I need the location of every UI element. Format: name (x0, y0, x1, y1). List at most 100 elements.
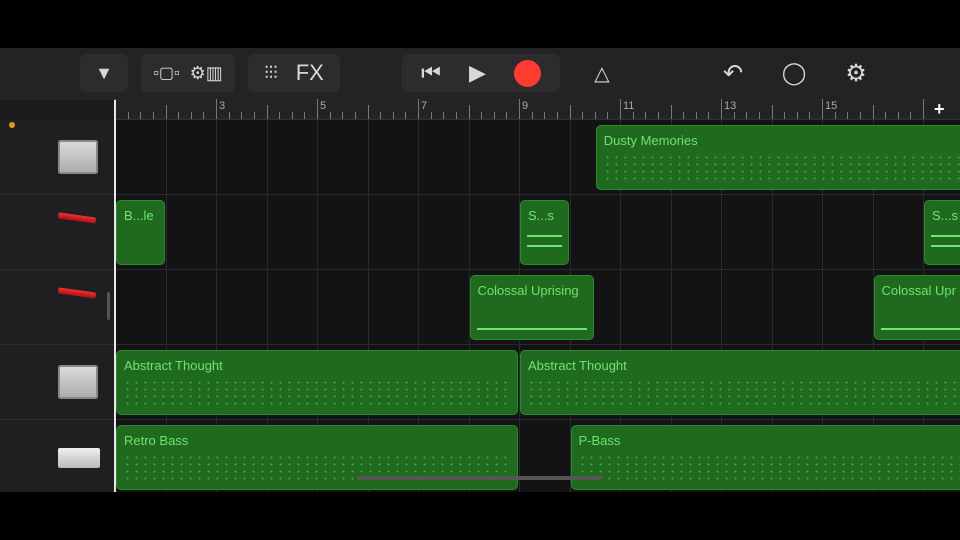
ruler-tick (885, 112, 887, 119)
ruler-tick (481, 112, 483, 119)
ruler-tick (607, 112, 609, 119)
triangle-down-icon: ▼ (95, 62, 113, 83)
ruler-tick (216, 99, 217, 119)
horizontal-scrollbar[interactable] (357, 476, 603, 480)
ruler-tick (847, 112, 849, 119)
ruler-tick (721, 99, 722, 119)
region-name: S...s (932, 208, 959, 223)
region-notes (577, 454, 960, 483)
ruler-tick (279, 112, 281, 119)
ruler-tick (809, 112, 811, 119)
bar-number: 13 (724, 100, 737, 112)
garageband-tracks-view: ▼ ▫▢▫ ⚙▥ ⫶⫶⫶ FX ⏮ ▶ △ ↶ ◯ ⚙ 3 5 7 9 11 13 15 +… (0, 48, 960, 492)
settings-gear-icon[interactable]: ⚙ (840, 54, 872, 92)
metronome-icon[interactable]: △ (588, 54, 616, 92)
track-lane: B...le S...s S...s (115, 195, 960, 270)
region[interactable]: Colossal Uprising (469, 275, 594, 340)
region-name: Retro Bass (124, 433, 189, 448)
ruler-tick (657, 112, 659, 119)
ruler-tick (746, 112, 748, 119)
mixer-sliders-icon[interactable]: ⫶⫶⫶ (264, 63, 278, 84)
ruler-tick (708, 112, 710, 119)
track-header[interactable] (0, 270, 114, 345)
drum-machine-icon (58, 365, 98, 399)
playhead[interactable] (114, 100, 116, 492)
region-name: Abstract Thought (528, 358, 627, 373)
ruler-tick (468, 105, 470, 119)
ruler-tick (796, 112, 798, 119)
track-header[interactable] (0, 345, 114, 420)
timeline-ruler[interactable]: 3 5 7 9 11 13 15 (115, 99, 960, 120)
ruler-tick (430, 112, 432, 119)
ruler-tick (455, 112, 457, 119)
ruler-tick (266, 105, 268, 119)
region-name: Dusty Memories (603, 133, 698, 148)
ruler-tick (733, 112, 735, 119)
region[interactable]: Colossal Upr (873, 275, 960, 340)
ruler-tick (822, 99, 823, 119)
track-lane: Abstract Thought Abstract Thought (115, 345, 960, 420)
fx-button[interactable]: FX (296, 60, 324, 86)
track-lanes: Dusty Memories B...le S...s S...s Colossal U… (115, 120, 960, 492)
ruler-tick (190, 112, 192, 119)
region-name: B...le (124, 208, 154, 223)
region[interactable]: S...s (520, 200, 569, 265)
ruler-tick (620, 99, 621, 119)
ruler-tick (178, 112, 180, 119)
ruler-tick (695, 112, 697, 119)
record-icon[interactable] (513, 59, 541, 87)
ruler-tick (506, 112, 508, 119)
play-icon[interactable]: ▶ (469, 60, 486, 86)
bar-number: 3 (219, 100, 226, 112)
region-note-line (931, 235, 960, 237)
ruler-tick (834, 112, 836, 119)
tracks-view-icon[interactable]: ▫▢▫ (153, 63, 179, 83)
ruler-tick (228, 112, 230, 119)
ruler-tick (392, 112, 394, 119)
add-section-button[interactable]: + (934, 99, 945, 120)
ruler-tick (531, 112, 533, 119)
ruler-tick (342, 112, 344, 119)
ruler-tick (380, 112, 382, 119)
region[interactable]: Retro Bass (116, 425, 518, 490)
keyboard-gear-icon[interactable]: ⚙▥ (190, 63, 223, 84)
browser-button[interactable]: ▼ (80, 54, 128, 92)
ruler-tick (910, 112, 912, 119)
region[interactable]: S...s (924, 200, 960, 265)
track-lane: Retro Bass P-Bass (115, 420, 960, 492)
region-name: S...s (528, 208, 555, 223)
ruler-tick (670, 105, 672, 119)
region-note-line (880, 328, 960, 330)
ruler-tick (758, 112, 760, 119)
ruler-tick (645, 112, 647, 119)
ruler-tick (582, 112, 584, 119)
bar-number: 15 (825, 100, 838, 112)
loop-browser-icon[interactable]: ◯ (778, 54, 810, 92)
track-header[interactable] (0, 195, 114, 270)
region-name: Abstract Thought (124, 358, 223, 373)
region[interactable]: Dusty Memories (595, 125, 960, 190)
ruler-tick (683, 112, 685, 119)
undo-icon[interactable]: ↶ (718, 54, 748, 92)
region-note-line (527, 235, 562, 237)
ruler-tick (317, 99, 318, 119)
ruler-tick (140, 112, 142, 119)
ruler-tick (367, 105, 369, 119)
region-name: Colossal Upr (881, 283, 956, 298)
region[interactable]: P-Bass (570, 425, 960, 490)
track-lane: Dusty Memories (115, 120, 960, 195)
region[interactable]: B...le (116, 200, 165, 265)
ruler-tick (859, 112, 861, 119)
track-header[interactable] (0, 420, 114, 492)
region[interactable]: Abstract Thought (116, 350, 518, 415)
ruler-tick (152, 112, 154, 119)
bar-number: 5 (320, 100, 327, 112)
region-name: Colossal Uprising (477, 283, 579, 298)
skip-back-icon[interactable]: ⏮ (421, 60, 441, 86)
ruler-tick (241, 112, 243, 119)
region[interactable]: Abstract Thought (520, 350, 960, 415)
track-lane: Colossal Uprising Colossal Upr (115, 270, 960, 345)
ruler-tick (165, 105, 167, 119)
track-header[interactable] (0, 120, 114, 195)
ruler-tick (203, 112, 205, 119)
